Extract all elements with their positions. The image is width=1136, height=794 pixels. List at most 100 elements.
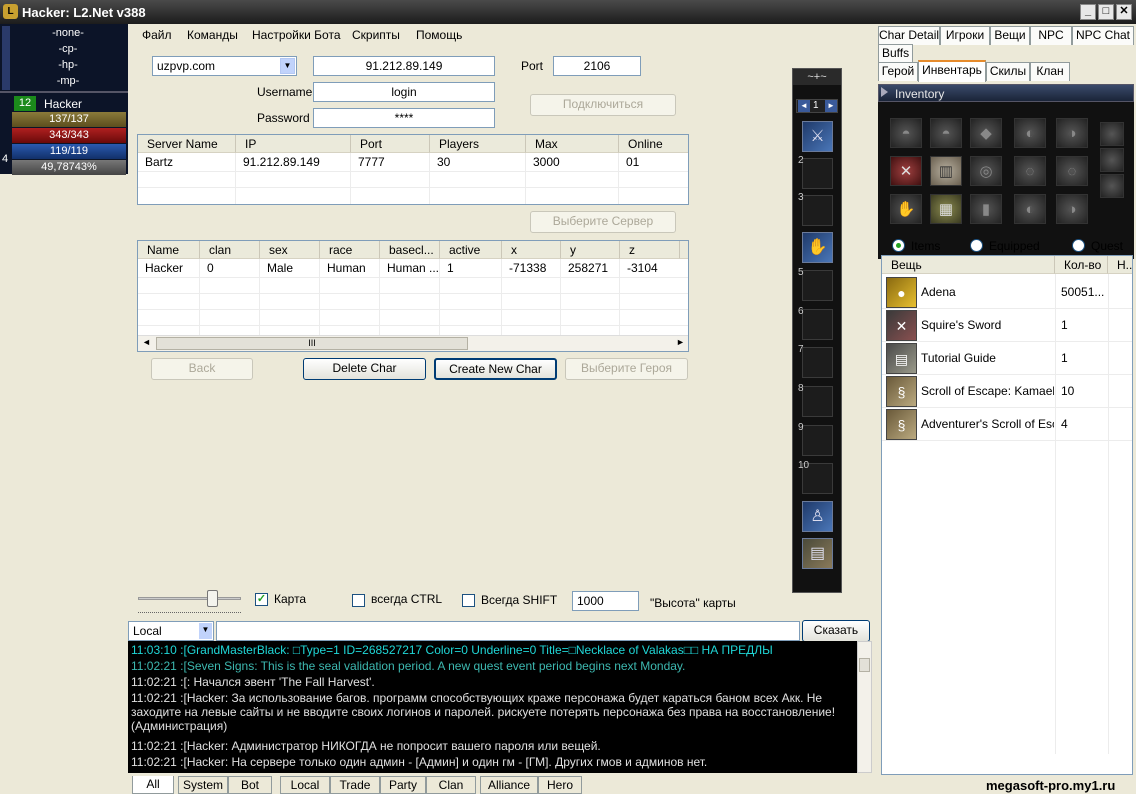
- scroll-right-icon[interactable]: ►: [676, 337, 685, 347]
- map-height-input[interactable]: 1000: [572, 591, 639, 611]
- extra-slot-3[interactable]: [1100, 174, 1124, 198]
- list-item[interactable]: ✕ Squire's Sword 1: [882, 309, 1132, 342]
- col-z[interactable]: z: [620, 241, 680, 259]
- delete-char-button[interactable]: Delete Char: [303, 358, 426, 380]
- col-extra[interactable]: Н..: [1108, 256, 1132, 274]
- tab-npc-chat[interactable]: NPC Chat: [1072, 26, 1134, 45]
- attack-skill-icon[interactable]: ⚔: [802, 121, 833, 152]
- shield-slot-icon[interactable]: ◎: [970, 156, 1002, 186]
- col-x[interactable]: x: [502, 241, 561, 259]
- list-item[interactable]: ● Adena 50051...: [882, 276, 1132, 309]
- ring-slot-icon[interactable]: ◌: [1014, 156, 1046, 186]
- chevron-down-icon[interactable]: ▼: [199, 623, 212, 639]
- col-server-name[interactable]: Server Name: [138, 135, 236, 153]
- extra-slot-1[interactable]: [1100, 122, 1124, 146]
- connect-button[interactable]: Подключиться: [530, 94, 676, 116]
- menu-file[interactable]: Файл: [142, 28, 172, 42]
- tab-all[interactable]: All: [132, 776, 174, 794]
- hotbar-slot-6[interactable]: [802, 309, 833, 340]
- col-clan[interactable]: clan: [200, 241, 260, 259]
- tab-inventory[interactable]: Инвентарь: [918, 60, 986, 82]
- sit-action-icon[interactable]: ♙: [802, 501, 833, 532]
- col-players[interactable]: Players: [430, 135, 526, 153]
- maximize-button[interactable]: □: [1098, 4, 1114, 20]
- create-char-button[interactable]: Create New Char: [434, 358, 557, 380]
- col-name[interactable]: Name: [138, 241, 200, 259]
- password-field[interactable]: ****: [313, 108, 495, 128]
- select-server-button[interactable]: Выберите Сервер: [530, 211, 676, 233]
- accessory-slot-icon[interactable]: ◑: [1056, 194, 1088, 224]
- equipped-radio[interactable]: [970, 239, 983, 252]
- shift-checkbox[interactable]: [462, 594, 475, 607]
- necklace-slot-icon[interactable]: ◑: [1056, 118, 1088, 148]
- horizontal-scrollbar[interactable]: ◄ III ►: [138, 335, 688, 351]
- menu-commands[interactable]: Команды: [187, 28, 238, 42]
- pickup-action-icon[interactable]: ✋: [802, 232, 833, 263]
- tab-alliance[interactable]: Alliance: [480, 776, 538, 794]
- server-select[interactable]: uzpvp.com ▼: [152, 56, 297, 76]
- col-quantity[interactable]: Кол-во: [1055, 256, 1108, 274]
- col-y[interactable]: y: [561, 241, 620, 259]
- tab-npc[interactable]: NPC: [1030, 26, 1072, 45]
- col-ip[interactable]: IP: [236, 135, 351, 153]
- hotbar-slot-3[interactable]: [802, 195, 833, 226]
- col-item[interactable]: Вещь: [882, 256, 1055, 274]
- armor-equipped-icon[interactable]: ▥: [930, 156, 962, 186]
- username-field[interactable]: login: [313, 82, 495, 102]
- collapse-arrow-icon[interactable]: [881, 87, 888, 97]
- minimize-button[interactable]: _: [1080, 4, 1096, 20]
- ip-field[interactable]: 91.212.89.149: [313, 56, 495, 76]
- list-item[interactable]: § Scroll of Escape: Kamael ... 10: [882, 375, 1132, 408]
- next-page-icon[interactable]: ►: [825, 100, 837, 112]
- chat-input[interactable]: [216, 621, 800, 641]
- hotbar-slot-2[interactable]: [802, 158, 833, 189]
- menu-help[interactable]: Помощь: [416, 28, 462, 42]
- scroll-left-icon[interactable]: ◄: [142, 337, 151, 347]
- hotbar-header[interactable]: ~+~: [793, 69, 841, 85]
- col-race[interactable]: race: [320, 241, 380, 259]
- close-button[interactable]: ✕: [1116, 4, 1132, 20]
- tab-party[interactable]: Party: [380, 776, 426, 794]
- menu-scripts[interactable]: Скрипты: [352, 28, 400, 42]
- tab-clan[interactable]: Clan: [426, 776, 476, 794]
- list-item[interactable]: § Adventurer's Scroll of Esc... 4: [882, 408, 1132, 441]
- chat-log[interactable]: 11:03:10 :[GrandMasterBlack: □Type=1 ID=…: [128, 641, 857, 773]
- head-slot-icon[interactable]: ◓: [930, 118, 962, 148]
- chat-scroll-thumb[interactable]: [859, 658, 870, 672]
- tab-local[interactable]: Local: [280, 776, 330, 794]
- ctrl-checkbox[interactable]: [352, 594, 365, 607]
- chevron-down-icon[interactable]: ▼: [280, 58, 295, 74]
- pants-equipped-icon[interactable]: ▦: [930, 194, 962, 224]
- server-list[interactable]: Server Name IP Port Players Max Online B…: [137, 134, 689, 205]
- port-field[interactable]: 2106: [553, 56, 641, 76]
- cloak-slot-icon[interactable]: ◆: [970, 118, 1002, 148]
- zoom-slider-thumb[interactable]: [207, 590, 218, 607]
- inventory-item-list[interactable]: Вещь Кол-во Н.. ● Adena 50051... ✕ Squir…: [881, 255, 1133, 775]
- tab-clan[interactable]: Клан: [1030, 62, 1070, 81]
- tab-char-detail[interactable]: Char Detail: [878, 26, 940, 45]
- tab-trade[interactable]: Trade: [330, 776, 380, 794]
- earring-slot-icon[interactable]: ◐: [1014, 118, 1046, 148]
- tab-skills[interactable]: Скилы: [986, 62, 1030, 81]
- character-list[interactable]: Name clan sex race basecl... active x y …: [137, 240, 689, 352]
- chat-scrollbar[interactable]: [857, 641, 872, 773]
- boots-slot-icon[interactable]: ▮: [970, 194, 1002, 224]
- chat-channel-select[interactable]: Local ▼: [128, 621, 214, 641]
- col-online[interactable]: Online: [619, 135, 688, 153]
- prev-page-icon[interactable]: ◄: [798, 100, 810, 112]
- tab-items[interactable]: Вещи: [990, 26, 1030, 45]
- guide-item-icon[interactable]: ▤: [802, 538, 833, 569]
- select-hero-button[interactable]: Выберите Героя: [565, 358, 688, 380]
- ring-slot-2-icon[interactable]: ◌: [1056, 156, 1088, 186]
- hotbar-slot-8[interactable]: [802, 386, 833, 417]
- extra-slot-2[interactable]: [1100, 148, 1124, 172]
- map-checkbox[interactable]: ✓: [255, 593, 268, 606]
- tab-system[interactable]: System: [178, 776, 228, 794]
- col-active[interactable]: active: [440, 241, 502, 259]
- list-item[interactable]: ▤ Tutorial Guide 1: [882, 342, 1132, 375]
- quest-radio[interactable]: [1072, 239, 1085, 252]
- hotbar-slot-5[interactable]: [802, 270, 833, 301]
- items-radio[interactable]: [892, 239, 905, 252]
- col-sex[interactable]: sex: [260, 241, 320, 259]
- tab-players[interactable]: Игроки: [940, 26, 990, 45]
